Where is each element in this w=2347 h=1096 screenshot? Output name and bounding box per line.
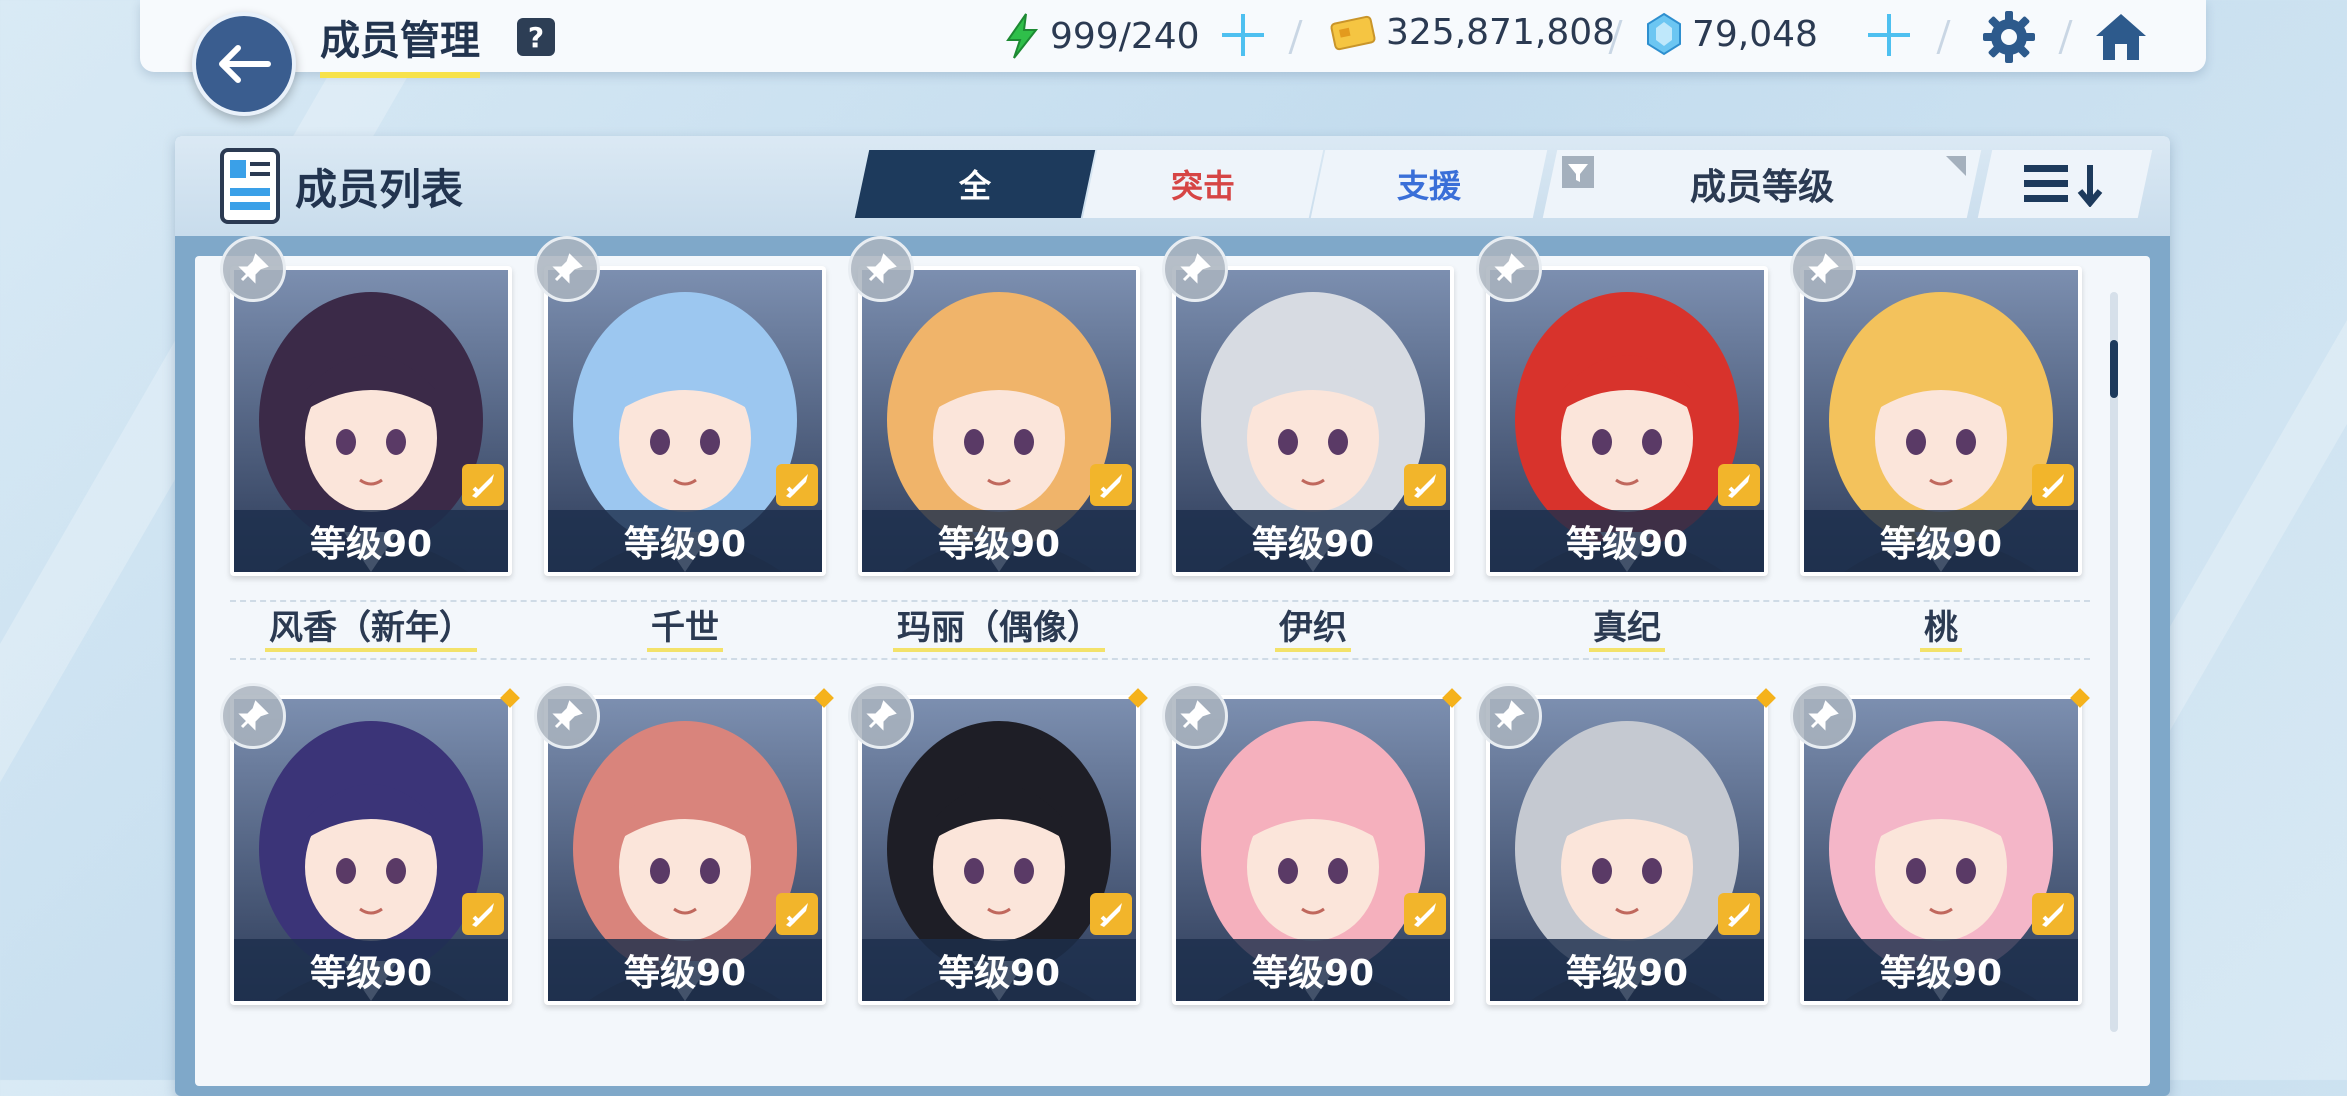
attack-type-icon	[1090, 893, 1132, 935]
tab-label: 支援	[1396, 167, 1461, 205]
pin-icon[interactable]	[534, 236, 600, 302]
student-name: 桃	[1791, 600, 2091, 652]
pin-icon[interactable]	[1790, 683, 1856, 749]
tab-striker[interactable]: 突击	[1082, 150, 1324, 218]
student-name-text: 风香（新年）	[265, 608, 477, 652]
student-level: 等级90	[1176, 510, 1450, 572]
attack-type-icon	[2032, 464, 2074, 506]
student-level: 等级90	[1490, 939, 1764, 1001]
student-name-text: 玛丽（偶像）	[893, 608, 1105, 652]
arrow-left-icon	[219, 45, 271, 83]
gems-counter: 79,048	[1646, 12, 1818, 56]
tab-label: 全	[958, 167, 991, 205]
row-divider	[230, 600, 2090, 602]
tab-all[interactable]: 全	[854, 150, 1096, 218]
student-name: 风香（新年）	[221, 600, 521, 652]
pin-icon[interactable]	[848, 236, 914, 302]
pin-icon[interactable]	[1790, 236, 1856, 302]
student-level: 等级90	[1490, 510, 1764, 572]
student-level: 等级90	[1804, 939, 2078, 1001]
home-icon[interactable]	[2092, 8, 2150, 66]
attack-type-icon	[776, 893, 818, 935]
pin-icon[interactable]	[1476, 683, 1542, 749]
tab-label: 突击	[1170, 167, 1235, 205]
student-card[interactable]: 等级90	[230, 266, 512, 576]
credits-counter: 325,871,808	[1330, 12, 1615, 53]
credits-value: 325,871,808	[1386, 12, 1616, 53]
attack-type-icon	[2032, 893, 2074, 935]
add-gems-button[interactable]	[1864, 10, 1914, 60]
sort-order-button[interactable]	[1977, 150, 2153, 218]
student-name: 伊织	[1163, 600, 1463, 652]
student-name-text: 真纪	[1589, 608, 1665, 652]
student-level: 等级90	[862, 510, 1136, 572]
lightning-icon	[1006, 13, 1039, 59]
student-level: 等级90	[234, 939, 508, 1001]
help-button[interactable]: ?	[517, 18, 555, 56]
filter-icon	[1562, 156, 1594, 188]
scrollbar[interactable]	[2110, 292, 2118, 1032]
student-list-icon	[220, 148, 280, 224]
pin-icon[interactable]	[848, 683, 914, 749]
student-name: 真纪	[1477, 600, 1777, 652]
pin-icon[interactable]	[1162, 683, 1228, 749]
student-name: 千世	[535, 600, 835, 652]
student-level: 等级90	[1176, 939, 1450, 1001]
attack-type-icon	[776, 464, 818, 506]
student-level: 等级90	[862, 939, 1136, 1001]
page-title: 成员管理	[320, 8, 480, 78]
add-ap-button[interactable]	[1218, 10, 1268, 60]
attack-type-icon	[462, 893, 504, 935]
pin-icon[interactable]	[1162, 236, 1228, 302]
pin-icon[interactable]	[534, 683, 600, 749]
pin-icon[interactable]	[220, 683, 286, 749]
attack-type-icon	[1718, 893, 1760, 935]
student-name-text: 千世	[647, 608, 723, 652]
ap-value: 999/240	[1050, 15, 1200, 57]
gems-value: 79,048	[1692, 13, 1818, 55]
attack-type-icon	[1404, 893, 1446, 935]
student-card[interactable]: 等级90	[1172, 266, 1454, 576]
attack-type-icon	[462, 464, 504, 506]
sort-dropdown[interactable]: 成员等级	[1542, 150, 1982, 218]
student-card[interactable]: 等级90	[1486, 266, 1768, 576]
gear-icon[interactable]	[1980, 8, 2038, 66]
pin-icon[interactable]	[1476, 236, 1542, 302]
student-level: 等级90	[548, 510, 822, 572]
attack-type-icon	[1404, 464, 1446, 506]
student-name-text: 伊织	[1275, 608, 1351, 652]
dropdown-corner-icon	[1946, 156, 1966, 176]
scrollbar-thumb[interactable]	[2110, 340, 2118, 398]
student-card[interactable]: 等级90	[858, 266, 1140, 576]
pin-icon[interactable]	[220, 236, 286, 302]
sort-label: 成员等级	[1689, 167, 1834, 208]
attack-type-icon	[1718, 464, 1760, 506]
row-divider	[230, 658, 2090, 660]
gem-icon	[1647, 12, 1681, 56]
tab-special[interactable]: 支援	[1310, 150, 1548, 218]
student-card[interactable]: 等级90	[1800, 266, 2082, 576]
student-level: 等级90	[548, 939, 822, 1001]
student-name-text: 桃	[1920, 608, 1962, 652]
student-card[interactable]: 等级90	[544, 266, 826, 576]
ap-counter: 999/240	[1004, 12, 1200, 60]
attack-type-icon	[1090, 464, 1132, 506]
credit-card-icon	[1330, 15, 1376, 50]
sort-descending-icon	[2024, 165, 2103, 207]
student-level: 等级90	[234, 510, 508, 572]
back-button[interactable]	[192, 12, 296, 116]
student-level: 等级90	[1804, 510, 2078, 572]
student-name: 玛丽（偶像）	[849, 600, 1149, 652]
panel-title: 成员列表	[295, 165, 464, 214]
